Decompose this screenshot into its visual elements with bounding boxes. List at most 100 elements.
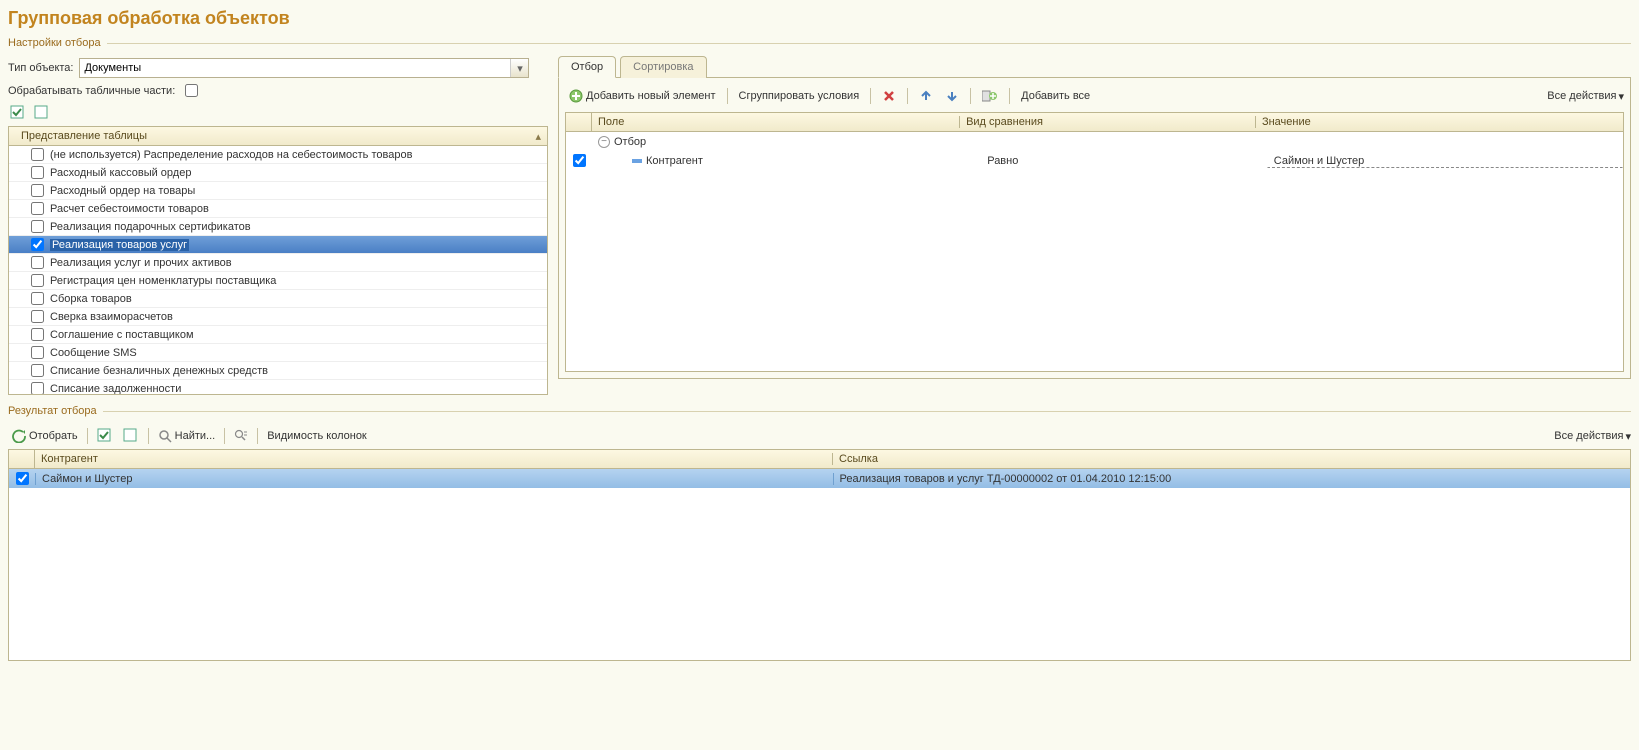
filter-toolbar: Добавить новый элемент Сгруппировать усл… <box>565 84 1624 108</box>
tab-filter[interactable]: Отбор <box>558 56 616 78</box>
filter-grid: Поле Вид сравнения Значение − Отбор <box>565 112 1624 372</box>
delete-icon <box>882 89 896 103</box>
find-label: Найти... <box>175 430 216 442</box>
condition-checkbox[interactable] <box>573 154 586 167</box>
settings-fieldset-label: Настройки отбора <box>8 37 1631 49</box>
tree-item-label: Сверка взаиморасчетов <box>50 311 173 323</box>
process-tabular-checkbox[interactable] <box>185 84 198 97</box>
result-all-actions-button[interactable]: Все действия ▾ <box>1554 430 1631 443</box>
tab-sort[interactable]: Сортировка <box>620 56 706 78</box>
filter-root-row[interactable]: − Отбор <box>566 132 1623 151</box>
tree-item-checkbox[interactable] <box>31 256 44 269</box>
tree-item-label: Списание задолженности <box>50 383 181 395</box>
columns-icon <box>234 429 248 443</box>
object-type-input[interactable] <box>80 62 510 74</box>
tree-item[interactable]: (не используется) Распределение расходов… <box>9 146 547 164</box>
result-link: Реализация товаров и услуг ТД-00000002 о… <box>833 473 1631 485</box>
tree-item-label: Регистрация цен номенклатуры поставщика <box>50 275 276 287</box>
select-label: Отобрать <box>29 430 78 442</box>
tree-item-checkbox[interactable] <box>31 346 44 359</box>
tree-table: Представление таблицы ▴ (не используется… <box>8 126 548 395</box>
search-icon <box>158 429 172 443</box>
tree-item-label: (не используется) Распределение расходов… <box>50 149 412 161</box>
move-down-button[interactable] <box>941 87 963 105</box>
plus-icon <box>569 89 583 103</box>
filter-col-comparison: Вид сравнения <box>960 116 1256 128</box>
result-check-all-icon[interactable] <box>93 426 117 446</box>
move-up-button[interactable] <box>915 87 937 105</box>
tree-item[interactable]: Реализация подарочных сертификатов <box>9 218 547 236</box>
tree-item-label: Расчет себестоимости товаров <box>50 203 209 215</box>
tabs: Отбор Сортировка <box>558 55 1631 78</box>
all-actions-button[interactable]: Все действия ▾ <box>1547 90 1624 103</box>
tree-item-checkbox[interactable] <box>31 202 44 215</box>
tree-item-checkbox[interactable] <box>31 382 44 394</box>
uncheck-all-icon[interactable] <box>32 103 52 123</box>
tree-item-label: Расходный кассовый ордер <box>50 167 191 179</box>
tree-item-label: Соглашение с поставщиком <box>50 329 194 341</box>
tree-item-label: Списание безналичных денежных средств <box>50 365 268 377</box>
tree-item-checkbox[interactable] <box>31 364 44 377</box>
tree-item-checkbox[interactable] <box>31 166 44 179</box>
tree-item-checkbox[interactable] <box>31 220 44 233</box>
chevron-down-icon: ▾ <box>1618 90 1624 103</box>
dropdown-icon[interactable]: ▾ <box>510 59 528 77</box>
visibility-text-button[interactable]: Видимость колонок <box>263 428 371 444</box>
tree-item-checkbox[interactable] <box>31 148 44 161</box>
tree-item[interactable]: Списание задолженности <box>9 380 547 394</box>
add-all-icon-button[interactable] <box>978 87 1002 105</box>
delete-button[interactable] <box>878 87 900 105</box>
tree-item[interactable]: Реализация товаров услуг <box>9 236 547 254</box>
tree-item-checkbox[interactable] <box>31 292 44 305</box>
object-type-label: Тип объекта: <box>8 62 73 74</box>
result-row[interactable]: Саймон и ШустерРеализация товаров и услу… <box>9 469 1630 488</box>
all-actions-label: Все действия <box>1547 90 1616 102</box>
tree-item[interactable]: Реализация услуг и прочих активов <box>9 254 547 272</box>
tree-item-checkbox[interactable] <box>31 310 44 323</box>
sort-indicator-icon[interactable]: ▴ <box>535 130 541 143</box>
tree-item[interactable]: Сверка взаиморасчетов <box>9 308 547 326</box>
tree-item-checkbox[interactable] <box>31 238 44 251</box>
arrow-down-icon <box>945 89 959 103</box>
tree-item-label: Реализация услуг и прочих активов <box>50 257 232 269</box>
tree-item[interactable]: Регистрация цен номенклатуры поставщика <box>9 272 547 290</box>
tree-item[interactable]: Сборка товаров <box>9 290 547 308</box>
check-all-icon[interactable] <box>8 103 28 123</box>
result-row-checkbox[interactable] <box>16 472 29 485</box>
find-button[interactable]: Найти... <box>154 427 220 445</box>
select-button[interactable]: Отобрать <box>8 427 82 445</box>
result-all-actions-label: Все действия <box>1554 430 1623 442</box>
tree-item-label: Реализация подарочных сертификатов <box>50 221 251 233</box>
tree-item[interactable]: Расчет себестоимости товаров <box>9 200 547 218</box>
result-table: Контрагент Ссылка Саймон и ШустерРеализа… <box>8 449 1631 661</box>
process-tabular-label: Обрабатывать табличные части: <box>8 85 175 97</box>
column-visibility-button[interactable] <box>230 427 252 445</box>
tree-item-checkbox[interactable] <box>31 328 44 341</box>
filter-condition-row[interactable]: Контрагент Равно Саймон и Шустер <box>566 151 1623 170</box>
tree-item-checkbox[interactable] <box>31 274 44 287</box>
tree-item-checkbox[interactable] <box>31 184 44 197</box>
result-col-contractor: Контрагент <box>35 453 833 465</box>
field-icon <box>632 159 642 163</box>
add-element-button[interactable]: Добавить новый элемент <box>565 87 720 105</box>
tree-item[interactable]: Расходный ордер на товары <box>9 182 547 200</box>
result-fieldset-label: Результат отбора <box>8 405 1631 417</box>
filter-root-label: Отбор <box>614 136 646 148</box>
tree-list[interactable]: (не используется) Распределение расходов… <box>9 146 547 394</box>
tree-item-label: Сборка товаров <box>50 293 132 305</box>
result-toolbar: Отобрать Найти... Видимость колонок Все … <box>8 423 1631 449</box>
object-type-combobox[interactable]: ▾ <box>79 58 529 78</box>
tree-item-label: Сообщение SMS <box>50 347 137 359</box>
result-contractor: Саймон и Шустер <box>35 473 833 485</box>
collapse-icon[interactable]: − <box>598 136 610 148</box>
add-all-text-button[interactable]: Добавить все <box>1017 88 1094 104</box>
filter-col-value: Значение <box>1256 116 1623 128</box>
tree-item[interactable]: Расходный кассовый ордер <box>9 164 547 182</box>
tree-item[interactable]: Списание безналичных денежных средств <box>9 362 547 380</box>
tree-item[interactable]: Сообщение SMS <box>9 344 547 362</box>
result-label-text: Результат отбора <box>8 405 97 417</box>
result-uncheck-all-icon[interactable] <box>119 426 143 446</box>
tree-item[interactable]: Соглашение с поставщиком <box>9 326 547 344</box>
page-title: Групповая обработка объектов <box>8 8 1631 29</box>
group-conditions-button[interactable]: Сгруппировать условия <box>735 88 864 104</box>
